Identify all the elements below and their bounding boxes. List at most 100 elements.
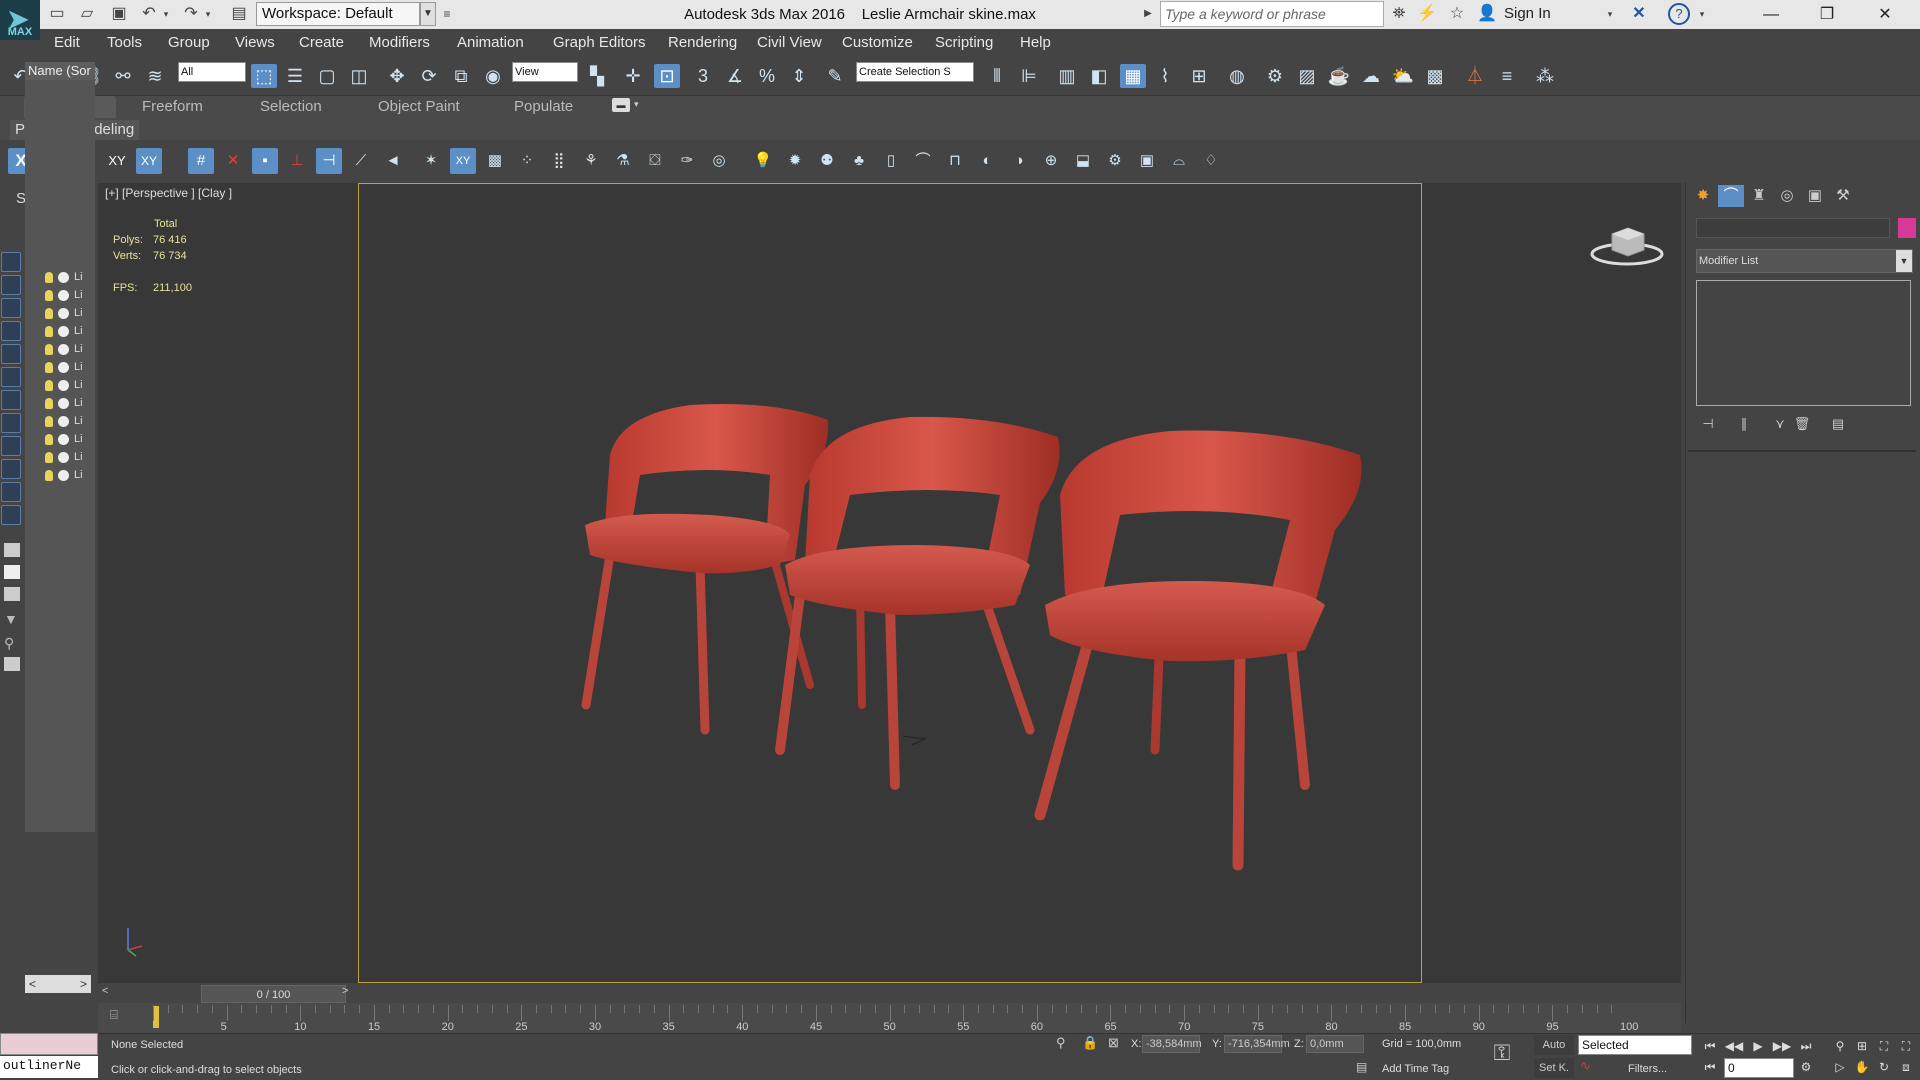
armchair-middle[interactable] [775,416,1060,790]
armchairs-model[interactable] [560,395,1380,875]
filter-spacewarps-icon[interactable] [1,367,21,387]
menu-customize[interactable]: Customize [834,29,921,56]
ribbon-options-icon[interactable]: ▬ [612,98,630,112]
light-bulb-icon[interactable] [45,307,53,319]
filter-geometry-icon[interactable] [1,252,21,272]
set-key-mode-icon[interactable]: ⚿ [1484,1040,1520,1070]
align-icon[interactable]: ⊫ [1016,64,1042,88]
clone-align-icon[interactable]: ⚘ [578,148,604,174]
display-rubber-band-icon[interactable]: ▩ [482,148,508,174]
zoom-extents-all-icon[interactable]: ⛶ [1896,1037,1916,1055]
add-time-tag[interactable]: Add Time Tag [1382,1060,1449,1078]
filter-lights-icon[interactable] [1,298,21,318]
menu-scripting[interactable]: Scripting [927,29,1001,56]
spacing-tool-icon[interactable]: ⁘ [514,148,540,174]
camera-target-icon[interactable]: ⊕ [1038,148,1064,174]
align-normal-icon[interactable]: ✑ [674,148,700,174]
workspace-dropdown[interactable]: Workspace: Default [256,2,420,26]
render-iterative-icon[interactable]: ☁ [1358,64,1384,88]
open-file-icon[interactable]: ▱ [76,3,98,25]
workspace-dropdown-arrow[interactable]: ▼ [420,2,436,26]
render-setup-icon[interactable]: ⚙ [1262,64,1288,88]
redo-dropdown-icon[interactable]: ▾ [202,3,214,25]
visibility-icon[interactable] [58,397,69,409]
project-folder-icon[interactable]: ▤ [228,3,250,25]
snap-grid-points-icon[interactable]: # [188,148,214,174]
visibility-icon[interactable] [58,433,69,445]
time-slider-next[interactable]: > [342,985,348,997]
light-bulb-icon[interactable] [45,451,53,463]
bonnet-icon[interactable]: ⛋ [642,148,668,174]
new-file-icon[interactable]: ▭ [46,3,68,25]
show-end-result-icon[interactable]: ∥ [1734,414,1754,434]
modify-tab-icon[interactable]: ⌒ [1718,185,1744,207]
list-item[interactable]: Li [45,412,83,430]
configure-modifier-sets-icon[interactable]: ▤ [1828,414,1848,434]
select-object-icon[interactable]: ⬚ [251,64,277,88]
array-icon[interactable]: ⣿ [546,148,572,174]
light-bulb-icon[interactable] [45,415,53,427]
rendered-frame-window-icon[interactable]: ▨ [1294,64,1320,88]
key-selection-dropdown[interactable]: Selected [1578,1035,1692,1055]
go-to-end-icon[interactable]: ⏭ [1796,1037,1816,1055]
scene-list-header[interactable]: Name (Sor [25,62,95,80]
menu-graph-editors[interactable]: Graph Editors [545,29,654,56]
list-item[interactable]: Li [45,448,83,466]
zoom-icon[interactable]: ⚲ [1830,1037,1850,1055]
named-selection-dropdown[interactable]: Create Selection S [856,62,974,82]
visibility-icon[interactable] [58,361,69,373]
ribbon-options-dropdown-icon[interactable]: ▾ [634,99,639,110]
find-icon[interactable]: ⚲ [4,635,14,652]
bind-space-warp-icon[interactable]: ≋ [142,64,168,88]
create-tab-icon[interactable]: ✸ [1690,185,1716,207]
toggle-ribbon-icon[interactable]: ▦ [1120,64,1146,88]
key-filters-button[interactable]: Filters... [1628,1060,1667,1078]
list-item[interactable]: Li [45,358,83,376]
app-logo[interactable]: ➤ MAX [0,0,40,40]
filter-containers-icon[interactable] [1,459,21,479]
light-bulb-icon[interactable] [45,361,53,373]
play-icon[interactable]: ▶ [1748,1037,1768,1055]
invert-display-icon[interactable] [4,587,20,601]
texture-icon[interactable]: ◑ [1006,148,1032,174]
communication-center-icon[interactable]: ⚡ [1416,3,1438,25]
make-unique-icon[interactable]: ⋎ [1770,414,1790,434]
visibility-icon[interactable] [58,307,69,319]
filter-hidden-icon[interactable] [1,505,21,525]
pin-stack-icon[interactable]: ⊣ [1698,414,1718,434]
object-color-swatch[interactable] [1898,218,1916,238]
modifier-stack[interactable] [1696,280,1911,406]
tab-object-paint[interactable]: Object Paint [368,96,470,118]
filter-funnel-icon[interactable]: ▼ [4,611,18,627]
track-bar-menu-icon[interactable]: ⌸ [110,1007,118,1023]
exchange-apps-icon[interactable]: ✕ [1628,3,1650,25]
favorites-star-icon[interactable]: ☆ [1446,3,1468,25]
go-to-start-icon[interactable]: ⏮ [1700,1037,1720,1055]
selection-filter-dropdown[interactable]: All [178,62,246,82]
light-bulb-icon[interactable] [45,325,53,337]
menu-tools[interactable]: Tools [99,29,150,56]
snap-vertex-icon[interactable]: ▪ [252,148,278,174]
light-bulb-icon[interactable] [45,397,53,409]
constrain-xy-cycle-button[interactable]: XY [136,148,162,174]
field-of-view-icon[interactable]: ▷ [1830,1058,1850,1076]
visibility-icon[interactable] [58,343,69,355]
list-item[interactable]: Li [45,466,83,484]
time-tag-icon[interactable]: ▤ [1356,1060,1367,1074]
percent-snap-icon[interactable]: % [754,64,780,88]
menu-views[interactable]: Views [227,29,283,56]
visibility-icon[interactable] [58,289,69,301]
set-key-button[interactable]: Set K. [1534,1058,1574,1078]
tab-selection[interactable]: Selection [250,96,332,118]
close-button[interactable]: ✕ [1862,0,1908,29]
display-all-icon[interactable] [4,543,20,557]
scroll-right-icon[interactable]: > [80,975,87,993]
display-none-icon[interactable] [4,565,20,579]
menu-modifiers[interactable]: Modifiers [361,29,438,56]
orbit-icon[interactable]: ↻ [1874,1058,1894,1076]
maxscript-listener[interactable] [0,1033,98,1055]
light-bulb-icon[interactable] [45,343,53,355]
crowd-icon[interactable]: ⚉ [814,148,840,174]
snap-endpoint-icon[interactable]: ⊥ [284,148,310,174]
zoom-all-icon[interactable]: ⊞ [1852,1037,1872,1055]
